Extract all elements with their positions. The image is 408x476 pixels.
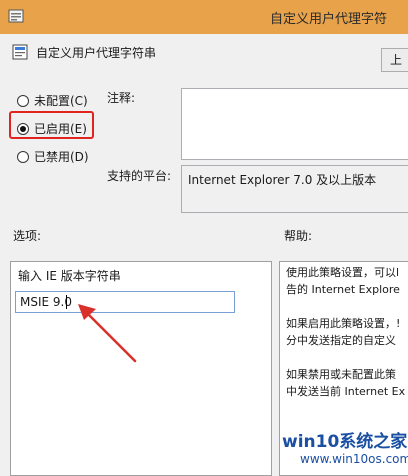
text-caret (66, 295, 67, 309)
ua-string-input[interactable]: MSIE 9.0 (15, 291, 235, 313)
radio-circle-icon (17, 94, 29, 107)
supported-on-label: 支持的平台: (107, 169, 172, 183)
radio-label: 已禁用(D) (34, 150, 89, 164)
watermark-url: www.win10os.com (300, 452, 408, 466)
help-text-line: 告的 Internet Explore (286, 283, 400, 296)
help-text-line: 如果禁用或未配置此策 (286, 368, 396, 381)
watermark-logo: win10系统之家 (282, 432, 408, 452)
supported-on-field: Internet Explorer 7.0 及以上版本 (181, 165, 408, 213)
policy-window-icon (8, 8, 24, 24)
radio-not-configured[interactable]: 未配置(C) (17, 92, 88, 109)
help-paragraph-gap (286, 349, 408, 366)
help-paragraph-gap (286, 298, 408, 315)
radio-disabled[interactable]: 已禁用(D) (17, 148, 89, 165)
previous-setting-button[interactable]: 上 (381, 48, 408, 72)
comment-textarea[interactable] (181, 88, 408, 160)
help-label: 帮助: (284, 229, 313, 243)
radio-label: 未配置(C) (34, 94, 88, 108)
help-text-line: 如果启用此策略设置，! (286, 317, 401, 330)
radio-circle-icon (17, 150, 29, 163)
ua-string-label: 输入 IE 版本字符串 (18, 269, 121, 283)
help-text-line: 分中发送指定的自定义 (286, 334, 396, 347)
help-text-line: 使用此策略设置，可以l (286, 266, 400, 279)
options-label: 选项: (13, 229, 42, 243)
policy-name: 自定义用户代理字符串 (36, 46, 157, 60)
policy-setting-icon (12, 44, 28, 60)
comment-label: 注释: (107, 91, 136, 105)
window-title: 自定义用户代理字符 (270, 12, 388, 27)
enabled-highlight-box (9, 111, 94, 139)
help-text-line: 中发送当前 Internet Ex (286, 385, 406, 398)
